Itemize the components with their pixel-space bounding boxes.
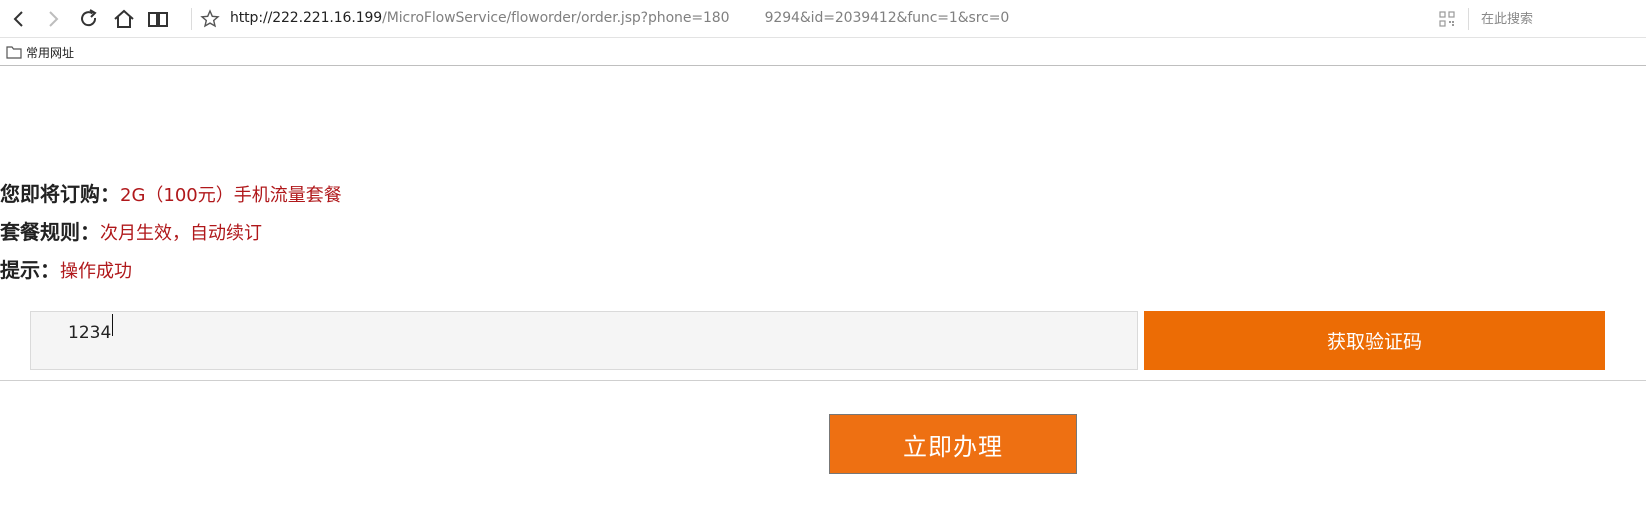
url-host: http://222.221.16.199 — [230, 10, 383, 26]
order-tip-line: 提示：操作成功 — [0, 254, 132, 283]
bookmark-common-sites[interactable]: 常用网址 — [6, 43, 74, 61]
tip-value: 操作成功 — [60, 261, 132, 282]
star-icon[interactable] — [200, 9, 220, 29]
product-label: 您即将订购： — [0, 182, 120, 206]
product-value: 2G（100元）手机流量套餐 — [120, 185, 342, 206]
browser-toolbar: http://222.221.16.199/MicroFlowService/f… — [0, 0, 1646, 38]
qr-code-icon[interactable] — [1439, 11, 1455, 27]
forward-icon[interactable] — [40, 6, 66, 32]
search-box — [1468, 8, 1646, 31]
text-caret — [112, 314, 113, 336]
home-icon[interactable] — [111, 6, 137, 32]
rule-value: 次月生效，自动续订 — [100, 223, 262, 244]
order-product-line: 您即将订购：2G（100元）手机流量套餐 — [0, 178, 342, 207]
url-path: /MicroFlowService/floworder/order.jsp?ph… — [382, 10, 1010, 26]
submit-order-button[interactable]: 立即办理 — [829, 414, 1077, 474]
order-rule-line: 套餐规则：次月生效，自动续订 — [0, 216, 262, 245]
rule-label: 套餐规则： — [0, 220, 100, 244]
tip-label: 提示： — [0, 258, 60, 282]
footer-text: …………………… — [40, 505, 136, 511]
bookmark-label: 常用网址 — [26, 45, 75, 60]
bookmarks-bar: 常用网址 — [0, 38, 1646, 66]
back-icon[interactable] — [6, 6, 32, 32]
form-divider — [0, 380, 1646, 381]
reload-icon[interactable] — [76, 6, 102, 32]
get-code-button[interactable]: 获取验证码 — [1144, 311, 1605, 370]
folder-icon — [6, 46, 22, 59]
reader-icon[interactable] — [145, 6, 171, 32]
search-input[interactable] — [1469, 8, 1639, 31]
toolbar-separator — [191, 8, 192, 30]
verification-code-input[interactable] — [30, 311, 1138, 370]
address-bar[interactable]: http://222.221.16.199/MicroFlowService/f… — [230, 10, 1430, 28]
